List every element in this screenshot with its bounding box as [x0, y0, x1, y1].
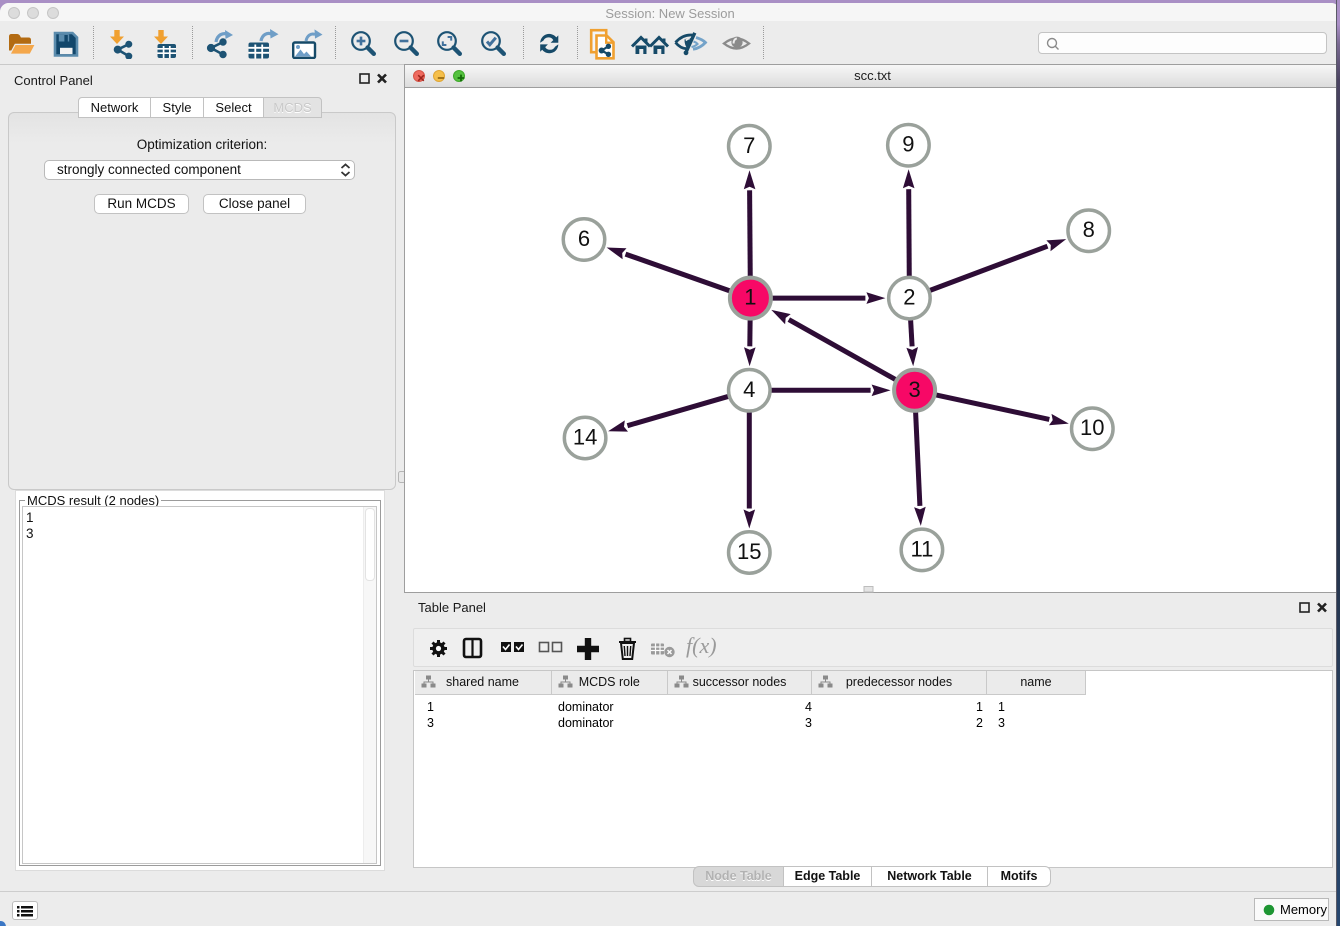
svg-text:15: 15 [737, 539, 761, 564]
svg-text:10: 10 [1080, 415, 1104, 440]
svg-text:9: 9 [902, 132, 914, 157]
svg-text:2: 2 [903, 285, 915, 310]
svg-text:7: 7 [743, 133, 755, 158]
svg-text:6: 6 [578, 226, 590, 251]
svg-text:8: 8 [1083, 217, 1095, 242]
svg-text:4: 4 [743, 377, 755, 402]
svg-text:11: 11 [910, 536, 933, 561]
svg-text:14: 14 [573, 425, 597, 450]
svg-text:3: 3 [908, 377, 920, 402]
svg-text:1: 1 [744, 285, 756, 310]
